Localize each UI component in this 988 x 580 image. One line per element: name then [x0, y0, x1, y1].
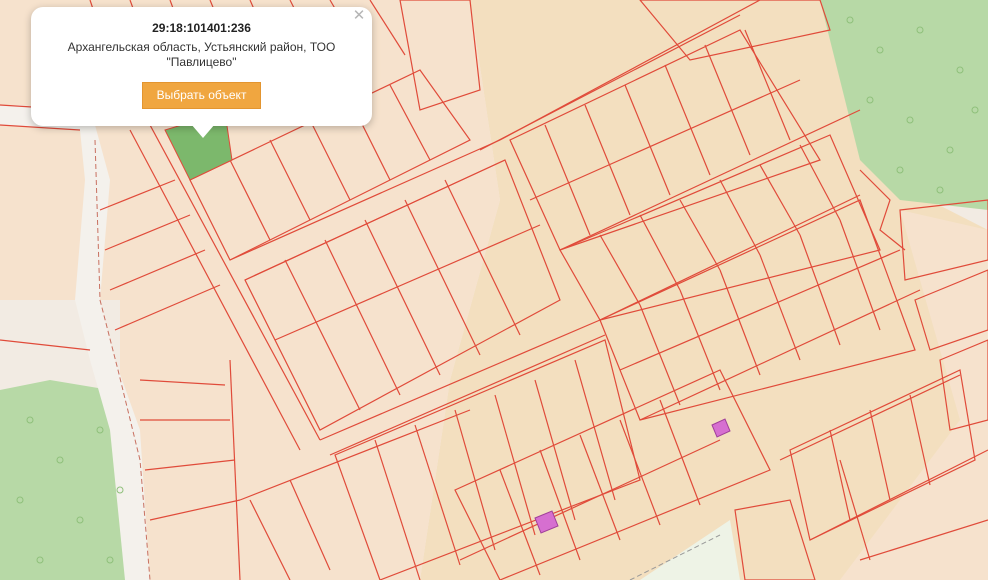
cadastral-number: 29:18:101401:236 [152, 21, 251, 35]
close-icon[interactable]: ✕ [352, 8, 366, 23]
address-line-2: "Павлицево" [166, 55, 237, 69]
object-address: Архангельская область, Устьянский район,… [62, 40, 342, 70]
object-info-popup: ✕ 29:18:101401:236 Архангельская область… [31, 7, 372, 138]
cadastral-map[interactable]: ✕ 29:18:101401:236 Архангельская область… [0, 0, 988, 580]
address-line-1: Архангельская область, Устьянский район,… [67, 40, 336, 54]
select-object-button[interactable]: Выбрать объект [141, 82, 262, 109]
popup-tail [191, 124, 215, 138]
